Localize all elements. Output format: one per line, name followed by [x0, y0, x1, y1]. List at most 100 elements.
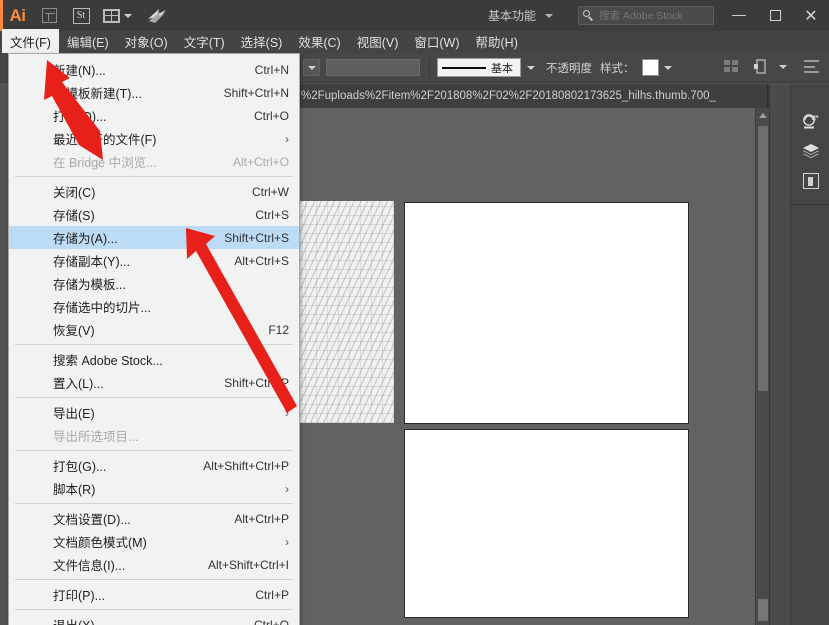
- workspace-selector[interactable]: 基本功能: [484, 6, 557, 25]
- menu-item-label: 存储为(A)...: [53, 232, 118, 246]
- title-bar: Ai St 基本功能 搜索 Adobe Stock ✕: [0, 0, 829, 31]
- scrollbar-grip[interactable]: [758, 599, 768, 621]
- document-tab[interactable]: %2Fuploads%2Fitem%2F201808%2F02%2F201808…: [299, 84, 768, 108]
- bridge-icon[interactable]: [36, 5, 62, 27]
- artboard-glyph: [802, 173, 819, 189]
- menu-separator: [15, 450, 293, 451]
- menu-item-label: 存储(S): [53, 209, 95, 223]
- menu-item-shortcut: Ctrl+W: [252, 184, 289, 199]
- menu-effect[interactable]: 效果(C): [290, 29, 348, 55]
- menu-item-存储S[interactable]: 存储(S) Ctrl+S: [9, 203, 299, 226]
- menu-view[interactable]: 视图(V): [349, 29, 407, 55]
- align-icon[interactable]: [724, 60, 739, 73]
- transform-icon[interactable]: [753, 59, 769, 74]
- appearance-glyph: [803, 113, 819, 128]
- menu-item-最近打开的文件F[interactable]: 最近打开的文件(F) ›: [9, 127, 299, 150]
- illustrator-window: Ai St 基本功能 搜索 Adobe Stock ✕ 文件(F) 编辑(E) …: [0, 0, 829, 625]
- menu-item-文档颜色模式M[interactable]: 文档颜色模式(M) ›: [9, 530, 299, 553]
- menu-item-恢复V[interactable]: 恢复(V) F12: [9, 318, 299, 341]
- dock-divider: [791, 204, 829, 205]
- artboard-secondary[interactable]: [405, 430, 688, 617]
- menu-item-label: 文档设置(D)...: [53, 513, 131, 527]
- control-bar-divider: [429, 57, 430, 78]
- menu-edit[interactable]: 编辑(E): [59, 29, 117, 55]
- menu-item-shortcut: Ctrl+S: [255, 207, 289, 222]
- scroll-up-arrow-icon[interactable]: [756, 108, 769, 122]
- menu-type[interactable]: 文字(T): [176, 29, 233, 55]
- menu-item-shortcut: Shift+Ctrl+P: [224, 375, 289, 390]
- menu-item-label: 打印(P)...: [53, 589, 106, 603]
- menu-item-label: 导出所选项目...: [53, 430, 139, 444]
- menu-item-label: 置入(L)...: [53, 377, 104, 391]
- menu-item-打包G[interactable]: 打包(G)... Alt+Shift+Ctrl+P: [9, 454, 299, 477]
- menu-separator: [15, 344, 293, 345]
- menu-separator: [15, 609, 293, 610]
- menu-item-存储为A[interactable]: 存储为(A)... Shift+Ctrl+S: [9, 226, 299, 249]
- menu-separator: [15, 176, 293, 177]
- canvas-vertical-scrollbar[interactable]: [755, 108, 769, 625]
- fill-stroke-combo[interactable]: [326, 59, 420, 76]
- menu-item-在Bridge中浏览: 在 Bridge 中浏览... Alt+Ctrl+O: [9, 150, 299, 173]
- layers-panel-icon[interactable]: [791, 136, 829, 166]
- menu-bar: 文件(F) 编辑(E) 对象(O) 文字(T) 选择(S) 效果(C) 视图(V…: [0, 29, 829, 55]
- artboard-texture-thumbnail[interactable]: [299, 201, 394, 423]
- menu-item-shortcut: Ctrl+O: [253, 108, 289, 123]
- chevron-down-icon[interactable]: [123, 13, 132, 18]
- appearance-panel-icon[interactable]: [791, 106, 829, 136]
- menu-object[interactable]: 对象(O): [117, 29, 176, 55]
- control-bar-overflow-button[interactable]: [303, 59, 320, 76]
- menu-item-存储副本Y[interactable]: 存储副本(Y)... Alt+Ctrl+S: [9, 249, 299, 272]
- canvas-area[interactable]: [299, 108, 769, 625]
- close-button[interactable]: ✕: [793, 0, 829, 31]
- menu-item-label: 打包(G)...: [53, 460, 107, 474]
- menu-item-导出E[interactable]: 导出(E) ›: [9, 401, 299, 424]
- menu-item-搜索AdobeStock[interactable]: 搜索 Adobe Stock...: [9, 348, 299, 371]
- menu-item-关闭C[interactable]: 关闭(C) Ctrl+W: [9, 180, 299, 203]
- submenu-chevron-icon: ›: [285, 405, 289, 420]
- menu-item-打开O[interactable]: 打开(O)... Ctrl+O: [9, 104, 299, 127]
- menu-item-label: 存储为模板...: [53, 278, 126, 292]
- stock-search-input[interactable]: 搜索 Adobe Stock: [578, 6, 714, 25]
- style-swatch[interactable]: [641, 59, 659, 76]
- menu-item-label: 打开(O)...: [53, 110, 107, 124]
- stroke-profile-label: 基本: [491, 62, 513, 75]
- menu-item-shortcut: Alt+Shift+Ctrl+I: [207, 557, 289, 572]
- maximize-button[interactable]: [757, 0, 793, 31]
- menu-item-存储选中的切片[interactable]: 存储选中的切片...: [9, 295, 299, 318]
- arrange-documents-icon[interactable]: [100, 5, 134, 27]
- menu-item-置入L[interactable]: 置入(L)... Shift+Ctrl+P: [9, 371, 299, 394]
- artboard-main[interactable]: [405, 203, 688, 423]
- menu-item-打印P[interactable]: 打印(P)... Ctrl+P: [9, 583, 299, 606]
- style-chevron[interactable]: [661, 59, 676, 76]
- menu-item-文档设置D[interactable]: 文档设置(D)... Alt+Ctrl+P: [9, 507, 299, 530]
- stock-icon[interactable]: St: [68, 5, 94, 27]
- file-menu-dropdown[interactable]: 新建(N)... Ctrl+N 从模板新建(T)... Shift+Ctrl+N 打开(…: [8, 53, 300, 625]
- menu-item-shortcut: Shift+Ctrl+N: [223, 85, 289, 100]
- menu-item-从模板新建T[interactable]: 从模板新建(T)... Shift+Ctrl+N: [9, 81, 299, 104]
- menu-item-文件信息I[interactable]: 文件信息(I)... Alt+Shift+Ctrl+I: [9, 553, 299, 576]
- stock-search-placeholder: 搜索 Adobe Stock: [599, 10, 683, 22]
- opacity-label: 不透明度: [546, 62, 592, 75]
- stroke-profile-chevron[interactable]: [523, 59, 538, 76]
- menu-file[interactable]: 文件(F): [2, 29, 59, 55]
- menu-help[interactable]: 帮助(H): [468, 29, 526, 55]
- menu-item-新建N[interactable]: 新建(N)... Ctrl+N: [9, 58, 299, 81]
- menu-item-退出X[interactable]: 退出(X)Ctrl+Q: [9, 613, 299, 625]
- menu-item-label: 文件信息(I)...: [53, 559, 126, 573]
- menu-item-存储为模板[interactable]: 存储为模板...: [9, 272, 299, 295]
- menu-item-导出所选项目: 导出所选项目...: [9, 424, 299, 447]
- menu-item-脚本R[interactable]: 脚本(R) ›: [9, 477, 299, 500]
- minimize-button[interactable]: [721, 0, 757, 31]
- document-setup-icon[interactable]: [804, 60, 819, 73]
- menu-item-label: 导出(E): [53, 407, 95, 421]
- menu-select[interactable]: 选择(S): [233, 29, 291, 55]
- artboards-panel-icon[interactable]: [791, 166, 829, 196]
- stroke-preview-icon: [442, 66, 486, 69]
- submenu-chevron-icon: ›: [285, 481, 289, 496]
- transform-chevron[interactable]: [775, 58, 790, 75]
- scrollbar-thumb[interactable]: [758, 126, 768, 391]
- menu-window[interactable]: 窗口(W): [406, 29, 467, 55]
- stroke-profile-dropdown[interactable]: 基本: [437, 58, 521, 77]
- menu-item-label: 脚本(R): [53, 483, 96, 497]
- menu-separator: [15, 503, 293, 504]
